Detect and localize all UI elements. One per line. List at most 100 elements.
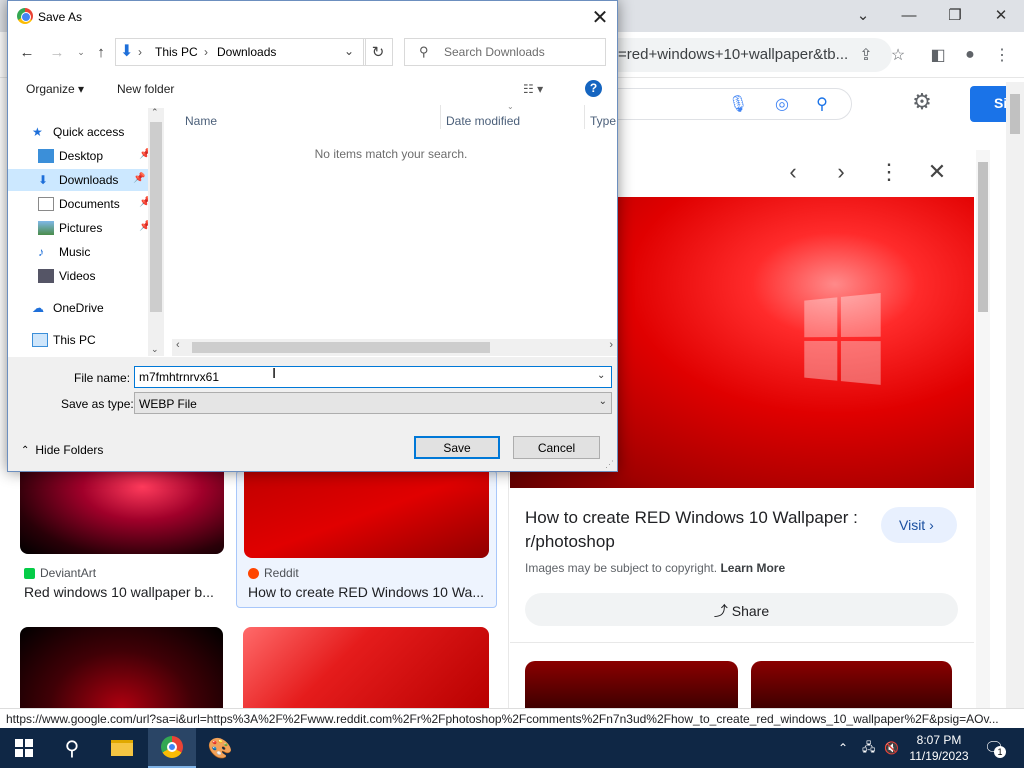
cloud-icon: ☁ xyxy=(32,301,44,315)
preview-title[interactable]: How to create RED Windows 10 Wallpaper :… xyxy=(525,506,875,554)
save-type-select[interactable]: WEBP File ⌄ xyxy=(134,392,612,414)
scroll-right-icon[interactable]: › xyxy=(609,339,613,351)
close-panel-icon[interactable]: ✕ xyxy=(923,158,951,186)
refresh-icon[interactable]: ↻ xyxy=(363,38,393,66)
show-hidden-icons[interactable]: ⌃ xyxy=(838,728,848,768)
settings-gear-icon[interactable]: ⚙ xyxy=(910,89,934,114)
downloads-folder-icon: ⬇ xyxy=(120,43,134,60)
windows-start-icon xyxy=(15,739,33,757)
lens-icon[interactable]: ◎ xyxy=(770,92,794,116)
panel-scrollbar[interactable] xyxy=(976,150,990,708)
result-image-4[interactable] xyxy=(243,627,489,708)
chrome-taskbar-icon[interactable] xyxy=(148,728,196,768)
prev-image-icon[interactable]: ‹ xyxy=(779,158,807,186)
result-image-deviantart[interactable] xyxy=(20,470,224,554)
learn-more-link[interactable]: Learn More xyxy=(720,561,785,575)
breadcrumb-downloads[interactable]: Downloads xyxy=(217,45,276,59)
close-window-icon[interactable]: ✕ xyxy=(978,0,1024,30)
chevron-down-icon: ⌄ xyxy=(598,396,607,407)
side-panel-icon[interactable]: ◧ xyxy=(926,43,950,67)
next-image-icon[interactable]: › xyxy=(827,158,855,186)
nav-desktop[interactable]: Desktop 📌 xyxy=(38,145,151,167)
voice-search-icon[interactable]: 🎙 xyxy=(726,92,750,116)
volume-icon[interactable]: 🔇 xyxy=(884,728,899,768)
page-scrollbar[interactable] xyxy=(1006,82,1024,708)
back-arrow-icon[interactable]: ← xyxy=(16,41,38,63)
bookmark-star-icon[interactable]: ☆ xyxy=(886,43,910,67)
save-button[interactable]: Save xyxy=(414,436,500,459)
breadcrumb-this-pc[interactable]: This PC xyxy=(155,45,198,59)
recent-locations-chevron-icon[interactable]: ⌄ xyxy=(70,41,92,63)
scroll-left-icon[interactable]: ‹ xyxy=(176,339,180,351)
profile-avatar-icon[interactable]: ● xyxy=(958,43,982,67)
address-text[interactable]: =red+windows+10+wallpaper&tb... xyxy=(618,46,848,63)
divider xyxy=(510,642,974,643)
nav-pane-scrollbar[interactable]: ⌃ ⌄ xyxy=(148,107,164,356)
file-name-input[interactable] xyxy=(134,366,612,388)
search-icon[interactable]: ⚲ xyxy=(810,92,834,116)
breadcrumb-separator-icon[interactable]: › xyxy=(138,45,142,59)
reddit-icon xyxy=(248,567,259,579)
notification-center-icon[interactable]: 🗨 1 xyxy=(980,736,1006,760)
restore-icon[interactable]: ❐ xyxy=(932,0,978,30)
dialog-titlebar: Save As ✕ xyxy=(8,1,617,32)
network-icon[interactable]: 🖧 xyxy=(862,728,875,768)
scroll-up-icon[interactable]: ⌃ xyxy=(151,107,159,118)
share-page-icon[interactable]: ⇪ xyxy=(854,43,878,67)
nav-pictures[interactable]: Pictures 📌 xyxy=(38,217,151,239)
nav-documents[interactable]: Documents 📌 xyxy=(38,193,151,215)
address-dropdown-icon[interactable]: ⌄ xyxy=(344,44,354,58)
file-name-dropdown-icon[interactable]: ⌄ xyxy=(597,370,605,381)
more-options-icon[interactable]: ⋮ xyxy=(875,158,903,186)
file-explorer-icon[interactable] xyxy=(98,728,146,768)
column-type[interactable]: Type xyxy=(590,114,616,128)
tab-search-icon[interactable]: ⌄ xyxy=(840,0,886,30)
related-image-2[interactable] xyxy=(751,661,952,711)
file-list-hscrollbar[interactable]: ‹ › xyxy=(172,339,617,356)
column-date-modified[interactable]: Date modified xyxy=(446,114,520,128)
notification-badge: 1 xyxy=(994,746,1006,758)
save-type-label: Save as type: xyxy=(61,397,134,411)
system-clock[interactable]: 8:07 PM 11/19/2023 xyxy=(906,732,972,764)
result-source-deviantart: DeviantArt xyxy=(24,566,96,580)
minimize-icon[interactable]: — xyxy=(886,0,932,30)
scroll-down-icon[interactable]: ⌄ xyxy=(151,344,159,355)
dialog-close-icon[interactable]: ✕ xyxy=(583,3,617,31)
sort-chevron-icon: ⌄ xyxy=(507,102,514,111)
clock-date: 11/19/2023 xyxy=(909,749,969,763)
breadcrumb-separator-icon[interactable]: › xyxy=(204,45,208,59)
chevron-up-icon: ⌃ xyxy=(21,444,30,456)
result-title-reddit[interactable]: How to create RED Windows 10 Wa... xyxy=(248,584,488,600)
search-downloads-input[interactable]: ⚲ Search Downloads xyxy=(404,38,606,66)
pin-icon: 📌 xyxy=(133,173,146,184)
status-bar-url: https://www.google.com/url?sa=i&url=http… xyxy=(0,708,1024,728)
view-options-icon[interactable]: ☷ ▾ xyxy=(523,82,543,96)
star-icon: ★ xyxy=(32,125,43,139)
column-name[interactable]: Name xyxy=(185,114,217,128)
visit-button[interactable]: Visit › xyxy=(881,507,957,543)
help-icon[interactable]: ? xyxy=(585,80,602,97)
paint-app-icon[interactable]: 🎨 xyxy=(196,728,244,768)
related-image-1[interactable] xyxy=(525,661,738,711)
result-image-reddit[interactable] xyxy=(244,470,489,558)
command-bar: Organize ▾ New folder ☷ ▾ xyxy=(8,75,617,103)
chrome-menu-icon[interactable]: ⋮ xyxy=(990,43,1014,67)
start-button[interactable] xyxy=(0,728,48,768)
forward-arrow-icon[interactable]: → xyxy=(46,41,68,63)
resize-grip-icon[interactable]: ⋰ xyxy=(605,459,614,470)
share-button[interactable]: ⤴ Share xyxy=(525,593,958,626)
cancel-button[interactable]: Cancel xyxy=(513,436,600,459)
up-arrow-icon[interactable]: ↑ xyxy=(90,41,112,63)
windows-logo-graphic xyxy=(804,292,883,388)
result-title-deviantart[interactable]: Red windows 10 wallpaper b... xyxy=(24,584,220,600)
navigation-pane: ★ Quick access Desktop 📌 ⬇ Downloads 📌 Docum… xyxy=(8,105,164,355)
nav-downloads[interactable]: ⬇ Downloads 📌 xyxy=(8,169,148,191)
hide-folders-toggle[interactable]: ⌃ Hide Folders xyxy=(21,443,103,457)
organize-menu[interactable]: Organize ▾ xyxy=(26,82,84,96)
breadcrumb[interactable]: ⬇ › This PC › Downloads ⌄ xyxy=(115,38,366,66)
new-folder-button[interactable]: New folder xyxy=(117,82,174,96)
file-name-label: File name: xyxy=(74,371,131,385)
search-icon: ⚲ xyxy=(419,44,429,59)
taskbar-search-icon[interactable]: ⚲ xyxy=(48,728,96,768)
result-image-3[interactable] xyxy=(20,627,223,708)
